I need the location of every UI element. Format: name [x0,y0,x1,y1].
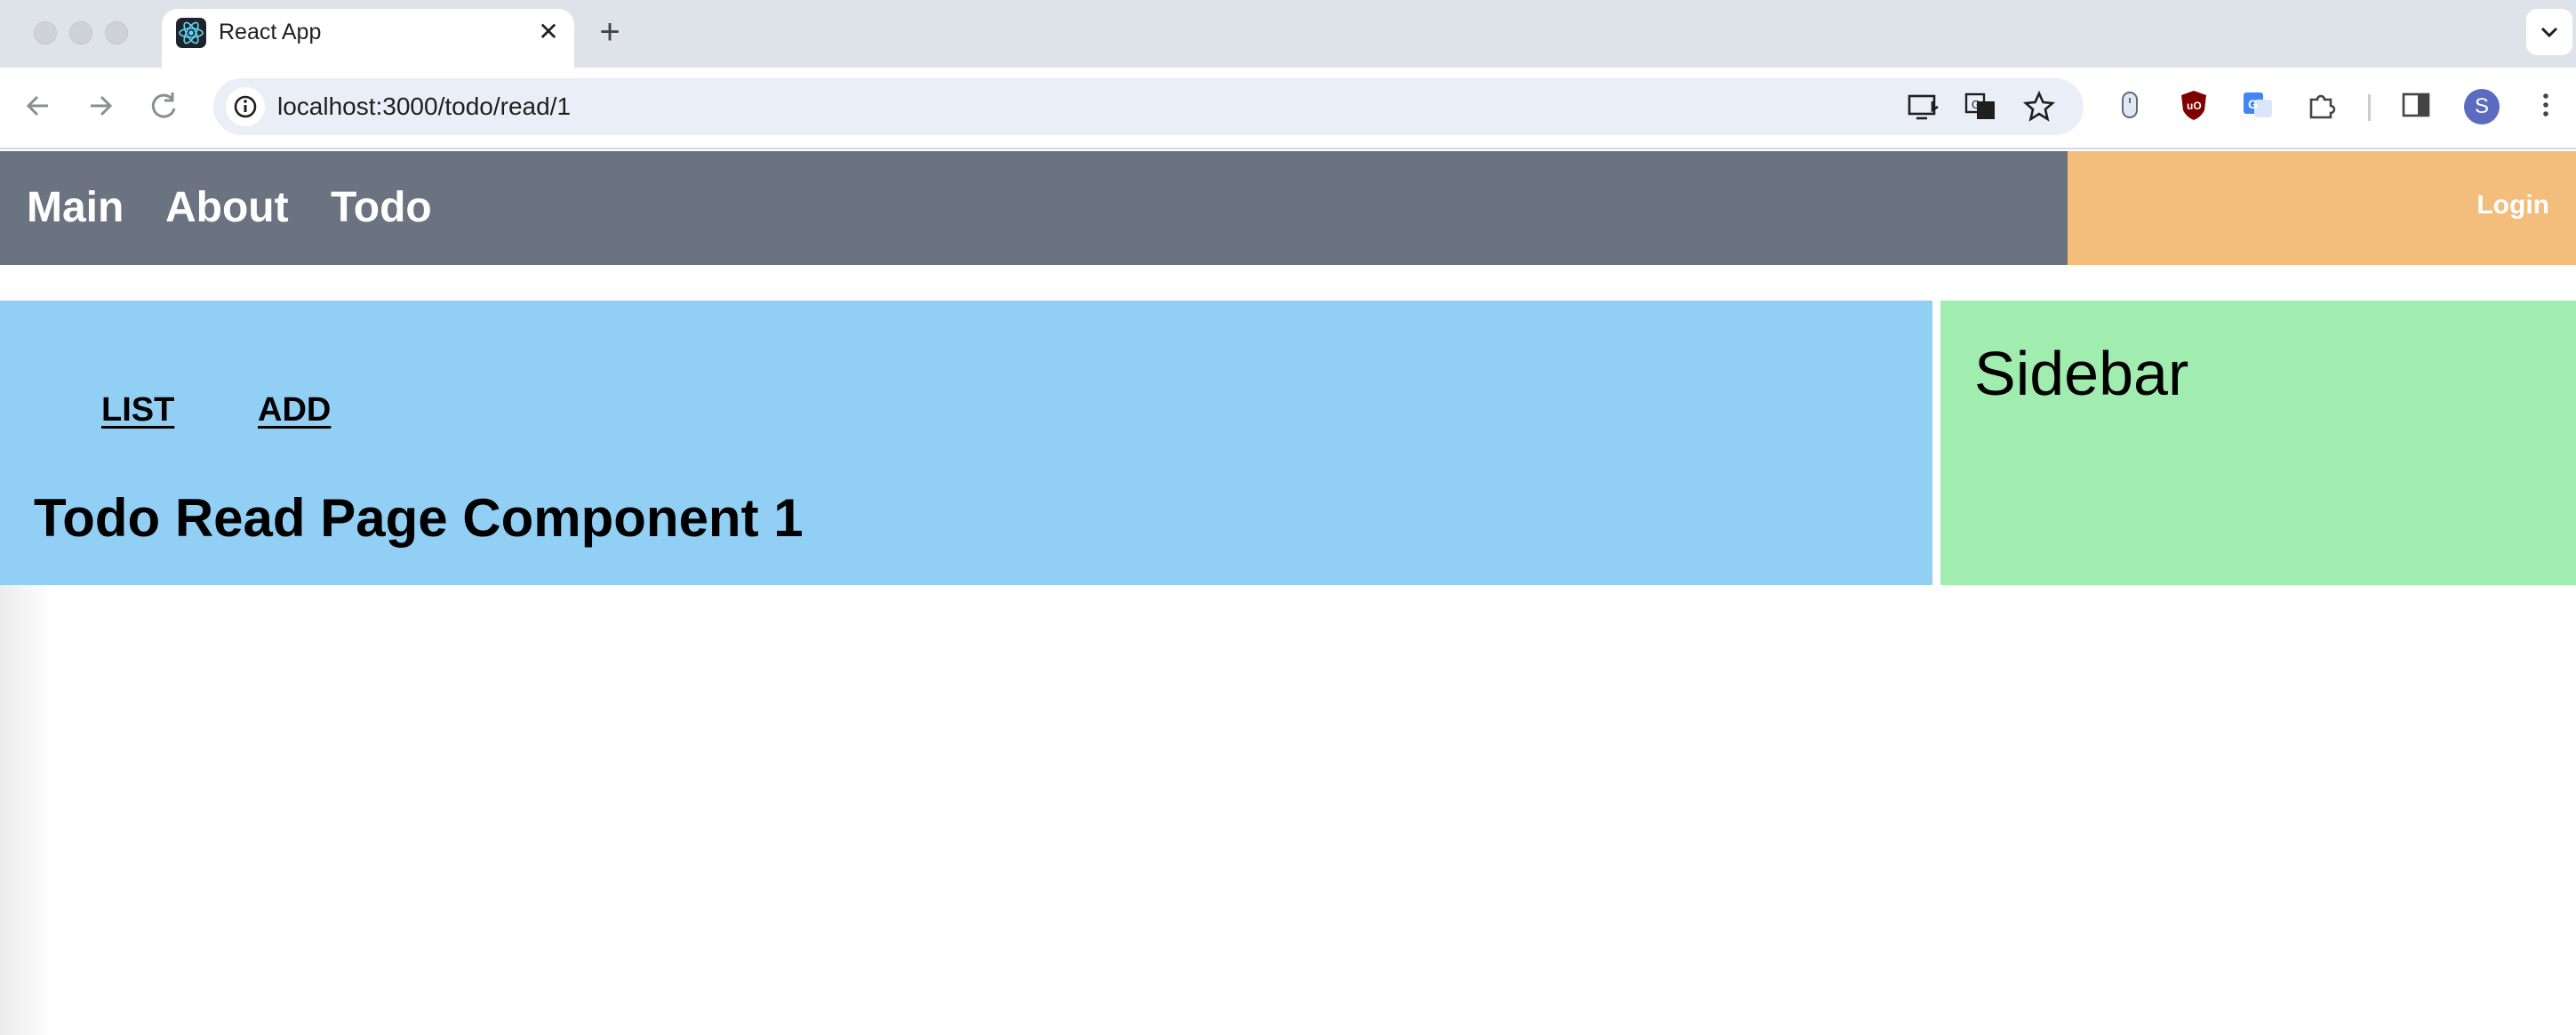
tab-title: React App [219,20,322,44]
reload-button[interactable] [144,85,185,126]
add-link[interactable]: ADD [258,391,331,429]
main-nav: Main About Todo [0,151,2068,265]
browser-tab-strip: React App ✕ + [0,0,2576,68]
side-panel-icon[interactable] [2398,87,2434,123]
extension-mouse-icon[interactable] [2112,87,2148,123]
site-info-button[interactable] [226,87,265,126]
sidebar-panel: Sidebar [1940,301,2576,585]
puzzle-icon[interactable] [2304,87,2340,123]
new-tab-button[interactable]: + [592,11,628,53]
chevron-down-icon [2540,27,2558,38]
window-close-dot[interactable] [34,21,57,44]
reload-icon [151,92,176,118]
arrow-right-icon [91,95,113,116]
browser-tab[interactable]: React App ✕ [162,9,574,68]
address-bar[interactable]: localhost:3000/todo/read/1 G [213,78,2084,135]
window-maximize-dot[interactable] [105,21,128,44]
nav-link-todo[interactable]: Todo [331,183,432,232]
info-icon [234,95,257,118]
star-icon[interactable] [2021,89,2057,124]
close-tab-icon[interactable]: ✕ [535,14,562,50]
react-logo-icon [176,18,206,48]
svg-text:uO: uO [2187,100,2202,112]
list-link[interactable]: LIST [101,391,174,429]
window-minimize-dot[interactable] [69,21,92,44]
todo-content-panel: LIST ADD Todo Read Page Component 1 [0,301,1932,585]
ublock-shield-icon[interactable]: uO [2176,87,2212,123]
toolbar-separator [2368,94,2371,121]
tab-search-button[interactable] [2526,9,2572,55]
arrow-left-icon [26,95,48,116]
sidebar-title: Sidebar [1974,339,2189,408]
translate-icon[interactable]: G [1963,89,1998,124]
browser-toolbar: localhost:3000/todo/read/1 G uO G S [0,68,2576,149]
nav-link-about[interactable]: About [165,183,289,232]
page-title: Todo Read Page Component 1 [34,488,804,548]
forward-button[interactable] [80,85,121,126]
google-translate-icon[interactable]: G [2240,87,2276,123]
login-link[interactable]: Login [2476,190,2549,221]
install-app-icon[interactable] [1906,89,1941,124]
app-header: Main About Todo Login [0,151,2576,265]
window-edge-shadow [0,585,53,1035]
svg-text:G: G [2248,97,2258,111]
url-text[interactable]: localhost:3000/todo/read/1 [277,92,571,121]
login-area: Login [2068,151,2576,265]
back-button[interactable] [18,85,59,126]
nav-link-main[interactable]: Main [27,183,124,232]
svg-text:G: G [1972,98,1980,111]
profile-avatar[interactable]: S [2464,89,2500,124]
kebab-menu-icon[interactable] [2528,87,2564,123]
